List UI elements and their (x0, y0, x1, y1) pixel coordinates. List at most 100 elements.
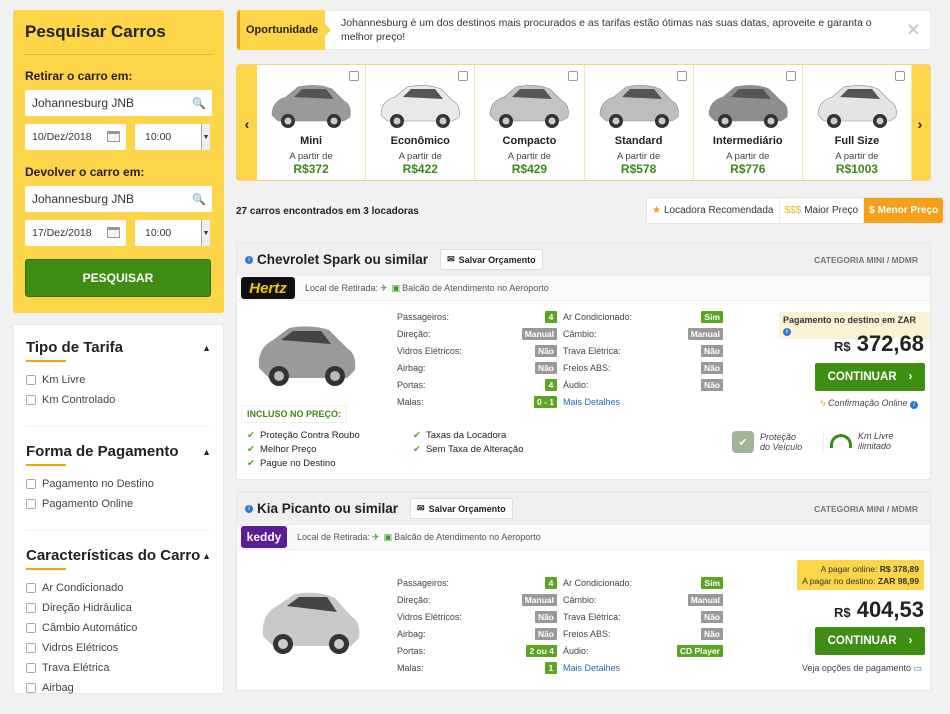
airport-icon: ✈ (372, 531, 380, 542)
category-card[interactable]: Intermediário A partir de R$776 (694, 65, 803, 180)
spec-row: Passageiros: 4 (397, 574, 557, 591)
category-label: CATEGORIA MINI / MDMR (814, 254, 918, 265)
more-details-link[interactable]: Mais Detalhes (563, 663, 620, 673)
more-details-link[interactable]: Mais Detalhes (563, 397, 620, 407)
checkbox[interactable] (26, 603, 36, 613)
save-label: Salvar Orçamento (458, 254, 536, 265)
from-label: A partir de (726, 151, 770, 162)
spec-badge: 4 (545, 378, 557, 391)
caret-up-icon[interactable]: ▲ (202, 551, 211, 561)
filter-option[interactable]: Direção Hidráulica (26, 602, 211, 614)
info-icon[interactable]: i (910, 401, 918, 409)
filter-option[interactable]: Airbag (26, 682, 211, 694)
checkbox[interactable] (26, 643, 36, 653)
filter-option[interactable]: Pagamento no Destino (26, 478, 211, 490)
search-button[interactable]: PESQUISAR (25, 259, 211, 297)
calendar-icon[interactable] (107, 131, 120, 142)
category-card[interactable]: Full Size A partir de R$1003 (803, 65, 913, 180)
category-name: Compacto (502, 135, 557, 147)
filter-option[interactable]: Km Controlado (26, 394, 211, 406)
filter-option[interactable]: Trava Elétrica (26, 662, 211, 674)
pickup-time-value: 10:00 (145, 131, 172, 143)
checkbox[interactable] (26, 499, 36, 509)
return-time-select[interactable]: 10:00 ▼ (135, 220, 210, 246)
calendar-icon[interactable] (107, 227, 120, 238)
checkbox[interactable] (26, 583, 36, 593)
save-quote-button[interactable]: ✉ Salvar Orçamento (440, 249, 543, 270)
pickup-date-input[interactable]: 10/Dez/2018 (25, 124, 126, 150)
chevron-right-icon: › (908, 635, 913, 647)
from-label: A partir de (616, 151, 661, 162)
close-icon[interactable]: ✕ (907, 20, 920, 40)
included-text: Taxas da Locadora (425, 430, 507, 441)
filter-option[interactable]: Vidros Elétricos (26, 642, 211, 654)
spec-label: Direção: (397, 594, 431, 605)
category-card[interactable]: Standard A partir de R$578 (585, 65, 694, 180)
spec-badge: Sim (701, 310, 723, 323)
category-name: Mini (300, 135, 323, 147)
pickup-label: Local de Retirada: (297, 532, 371, 542)
car-image (817, 85, 897, 128)
checkbox[interactable] (26, 623, 36, 633)
continue-button[interactable]: CONTINUAR › (815, 627, 925, 655)
search-icon: 🔍 (192, 97, 206, 110)
chevron-right-icon[interactable]: › (910, 65, 930, 182)
spec-row: Câmbio: Manual (563, 591, 723, 608)
filter-header[interactable]: Características do Carro ▲ (26, 547, 211, 564)
pickup-location-input[interactable]: Johannesburg JNB 🔍 (25, 90, 212, 116)
spec-row: Malas: 0 - 1 (397, 393, 557, 410)
option-label: Câmbio Automático (42, 622, 138, 634)
return-time-value: 10:00 (145, 227, 172, 239)
chevron-down-icon: ▼ (201, 220, 210, 246)
spec-badge: Manual (687, 327, 723, 340)
return-date-input[interactable]: 17/Dez/2018 (25, 220, 126, 246)
caret-up-icon[interactable]: ▲ (202, 343, 211, 353)
filter-option[interactable]: Câmbio Automático (26, 622, 211, 634)
info-icon[interactable]: i (783, 328, 791, 336)
filter-header[interactable]: Forma de Pagamento ▲ (26, 443, 211, 460)
category-card[interactable]: Mini A partir de R$372 (257, 65, 367, 180)
category-card[interactable]: Compacto A partir de R$429 (475, 65, 585, 180)
continue-button[interactable]: CONTINUAR › (815, 363, 925, 391)
info-icon[interactable]: i (245, 504, 253, 513)
filter-header[interactable]: Tipo de Tarifa ▲ (26, 339, 211, 356)
search-panel: Pesquisar Carros Retirar o carro em: Joh… (13, 10, 224, 313)
spec-badge: 1 (545, 661, 557, 674)
checkbox[interactable] (26, 395, 36, 405)
spec-label: Câmbio: (563, 594, 597, 605)
spec-row: Trava Elétrica: Não (563, 608, 723, 625)
envelope-icon: ✉ (417, 503, 425, 513)
car-image (599, 85, 679, 128)
spec-row: Direção: Manual (397, 591, 557, 608)
checkbox[interactable] (26, 683, 36, 693)
payment-options-link[interactable]: Veja opções de pagamento ▭ (802, 663, 922, 674)
bus-icon: ▣ (383, 531, 393, 542)
sort-options: ★ Locadora Recomendada $$$ Maior Preço $ Me… (646, 197, 946, 224)
checkbox[interactable] (26, 479, 36, 489)
pickup-time-select[interactable]: 10:00 ▼ (135, 124, 210, 150)
caret-up-icon[interactable]: ▲ (202, 447, 211, 457)
speedometer-icon (830, 434, 852, 448)
spec-badge: Não (534, 344, 557, 357)
spec-row: Malas: 1 (397, 659, 557, 676)
spec-badge: Não (534, 610, 557, 623)
checkbox[interactable] (26, 375, 36, 385)
spec-label: Passageiros: (397, 577, 450, 588)
filter-option[interactable]: Km Livre (26, 374, 211, 386)
spec-row: Airbag: Não (397, 359, 557, 376)
category-card[interactable]: Econômico A partir de R$422 (366, 65, 476, 180)
chevron-left-icon[interactable]: ‹ (237, 65, 257, 182)
save-quote-button[interactable]: ✉ Salvar Orçamento (410, 498, 513, 519)
sort-highest-price[interactable]: $$$ Maior Preço (780, 198, 865, 223)
info-icon[interactable]: i (245, 255, 253, 264)
sort-lowest-price[interactable]: $ Menor Preço (864, 198, 945, 223)
sort-recommended[interactable]: ★ Locadora Recomendada (647, 198, 780, 223)
checkbox[interactable] (26, 663, 36, 673)
feature-text: Proteção (760, 432, 797, 442)
provider-logo: Hertz (241, 277, 295, 299)
specs-right: Ar Condicionado: Sim Câmbio: Manual Trava El… (563, 308, 723, 410)
filter-option[interactable]: Pagamento Online (26, 498, 211, 510)
return-location-input[interactable]: Johannesburg JNB 🔍 (25, 186, 212, 212)
filter-option[interactable]: Ar Condicionado (26, 582, 211, 594)
result-header: i Kia Picanto ou similar ✉ Salvar Orçamen… (237, 492, 930, 525)
